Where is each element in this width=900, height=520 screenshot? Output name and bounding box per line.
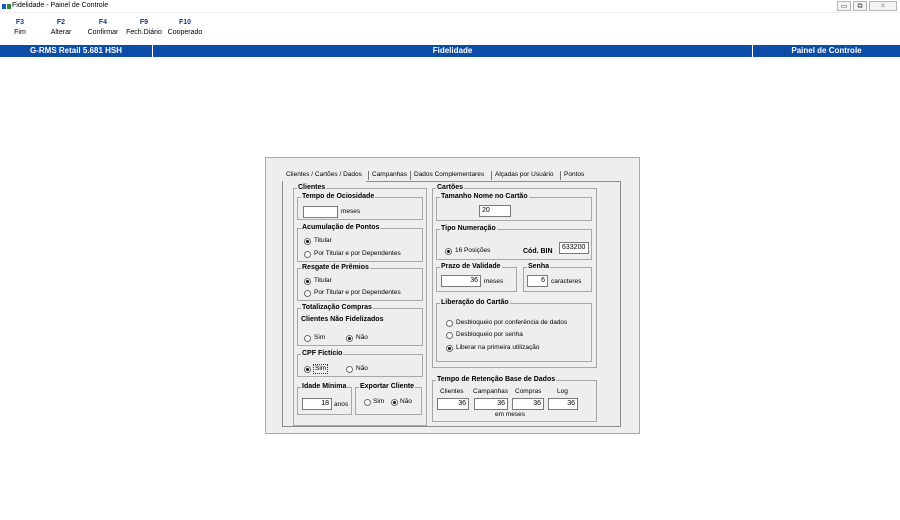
radio-label: Não — [356, 365, 368, 372]
ociosidade-input[interactable] — [303, 206, 338, 218]
numeracao-16-radio[interactable] — [445, 248, 452, 255]
fkey-code: F2 — [56, 19, 66, 26]
group-title: Tempo de Ociosidade — [302, 193, 375, 200]
active-tab-indicator — [283, 180, 366, 183]
tab-alcadas-por-usuario[interactable]: Alçadas por Usuário — [495, 170, 554, 181]
idade-unit: anos — [334, 401, 349, 408]
tab-separator — [491, 171, 492, 180]
radio-label: Desbloqueio por senha — [456, 331, 523, 338]
radio-label: Não — [400, 398, 412, 405]
status-bar: G-RMS Retail 5.681 HSH Fidelidade Painel… — [0, 45, 900, 57]
exportar-nao-radio[interactable] — [391, 399, 398, 406]
group-title: CPF Fictício — [302, 350, 343, 357]
retencao-campanhas-input[interactable]: 36 — [474, 398, 508, 410]
tab-dados-complementares[interactable]: Dados Complementares — [414, 170, 484, 181]
tab-separator — [368, 171, 369, 180]
acumulacao-dependentes-radio[interactable] — [304, 251, 311, 258]
bin-label: Cód. BIN — [523, 248, 553, 255]
fkey-f3-button[interactable]: F3 Fim — [8, 18, 32, 38]
retencao-col-clientes: Clientes — [440, 388, 464, 395]
tamanho-nome-input[interactable]: 20 — [479, 205, 511, 217]
radio-label: 16 Posições — [455, 247, 491, 254]
group-title: Acumulação de Pontos — [302, 224, 380, 231]
radio-label: Sim — [373, 398, 385, 405]
group-title: Clientes — [298, 184, 326, 191]
radio-label: Liberar na primeira utilização — [456, 344, 540, 351]
group-title: Exportar Cliente — [360, 383, 415, 390]
tab-separator — [560, 171, 561, 180]
group-title: Prazo de Validade — [441, 263, 501, 270]
radio-label: Por Titular e por Dependentes — [314, 250, 401, 257]
radio-label: Não — [356, 334, 368, 341]
ociosidade-unit: meses — [341, 208, 361, 215]
retencao-log-input[interactable]: 36 — [548, 398, 578, 410]
idade-minima-input[interactable]: 18 — [302, 398, 332, 410]
prazo-validade-input[interactable]: 36 — [441, 275, 481, 287]
group-title: Idade Mínima — [302, 383, 347, 390]
group-tamanho-nome: Tamanho Nome no Cartão — [436, 193, 592, 221]
status-screen: Painel de Controle — [791, 46, 862, 55]
totalizacao-sublabel: Clientes Não Fidelizados — [301, 316, 384, 323]
group-title: Tipo Numeração — [441, 225, 496, 232]
cpf-sim-radio[interactable] — [304, 366, 311, 373]
senha-input[interactable]: 6 — [527, 275, 548, 287]
radio-label: Titular — [314, 277, 332, 284]
bin-input[interactable]: 633200 — [559, 242, 589, 254]
group-title: Totalização Compras — [302, 304, 372, 311]
group-title: Resgate de Prêmios — [302, 264, 369, 271]
fkey-label: Confirmar — [87, 29, 119, 36]
fkey-code: F10 — [178, 19, 192, 26]
totalizacao-nao-radio[interactable] — [346, 335, 353, 342]
window-title: Fidelidade - Painel de Controle — [12, 2, 109, 9]
radio-label: Desbloqueio por conferência de dados — [456, 319, 568, 326]
fkey-code: F9 — [139, 19, 149, 26]
app-icon — [2, 4, 11, 9]
retencao-col-campanhas: Campanhas — [473, 388, 509, 395]
fkey-f10-button[interactable]: F10 Cooperado — [166, 18, 204, 38]
fkey-f4-button[interactable]: F4 Confirmar — [86, 18, 120, 38]
liberacao-conferencia-radio[interactable] — [446, 320, 453, 327]
resgate-titular-radio[interactable] — [304, 278, 311, 285]
fkey-label: Fech.Diário — [126, 29, 162, 36]
status-version: G-RMS Retail 5.681 HSH — [29, 46, 123, 55]
minimize-button[interactable]: ▭ — [837, 1, 851, 11]
group-title: Senha — [528, 263, 550, 270]
radio-label: Por Titular e por Dependentes — [314, 289, 401, 296]
fkey-label: Alterar — [50, 29, 72, 36]
tab-campanhas[interactable]: Campanhas — [372, 170, 407, 181]
fkey-code: F4 — [98, 19, 108, 26]
acumulacao-titular-radio[interactable] — [304, 238, 311, 245]
fkey-f9-button[interactable]: F9 Fech.Diário — [125, 18, 163, 38]
fkey-code: F3 — [15, 19, 25, 26]
maximize-button[interactable]: ⧉ — [853, 1, 867, 11]
retencao-compras-input[interactable]: 36 — [512, 398, 544, 410]
group-title: Tamanho Nome no Cartão — [441, 193, 528, 200]
radio-label: Titular — [314, 237, 332, 244]
window-title-bar: Fidelidade - Painel de Controle ▭ ⧉ ✕ — [0, 0, 900, 13]
retencao-col-compras: Compras — [515, 388, 542, 395]
radio-label: Sim — [313, 364, 329, 374]
cpf-nao-radio[interactable] — [346, 366, 353, 373]
retencao-unit: em meses — [495, 411, 525, 418]
fkey-f2-button[interactable]: F2 Alterar — [48, 18, 74, 38]
liberacao-primeira-utilizacao-radio[interactable] — [446, 345, 453, 352]
retencao-col-log: Log — [557, 388, 568, 395]
tab-pontos[interactable]: Pontos — [564, 170, 584, 181]
senha-unit: caracteres — [551, 278, 582, 285]
group-title: Tempo de Retenção Base de Dados — [437, 376, 556, 383]
retencao-clientes-input[interactable]: 36 — [437, 398, 469, 410]
validade-unit: meses — [484, 278, 504, 285]
radio-label: Sim — [314, 334, 326, 341]
fkey-label: Cooperado — [167, 29, 203, 36]
exportar-sim-radio[interactable] — [364, 399, 371, 406]
resgate-dependentes-radio[interactable] — [304, 290, 311, 297]
totalizacao-sim-radio[interactable] — [304, 335, 311, 342]
status-module: Fidelidade — [432, 46, 473, 55]
close-button[interactable]: ✕ — [869, 1, 897, 11]
tab-separator — [410, 171, 411, 180]
liberacao-senha-radio[interactable] — [446, 332, 453, 339]
group-title: Cartões — [437, 184, 464, 191]
fkey-label: Fim — [14, 29, 26, 36]
group-title: Liberação do Cartão — [441, 299, 509, 306]
